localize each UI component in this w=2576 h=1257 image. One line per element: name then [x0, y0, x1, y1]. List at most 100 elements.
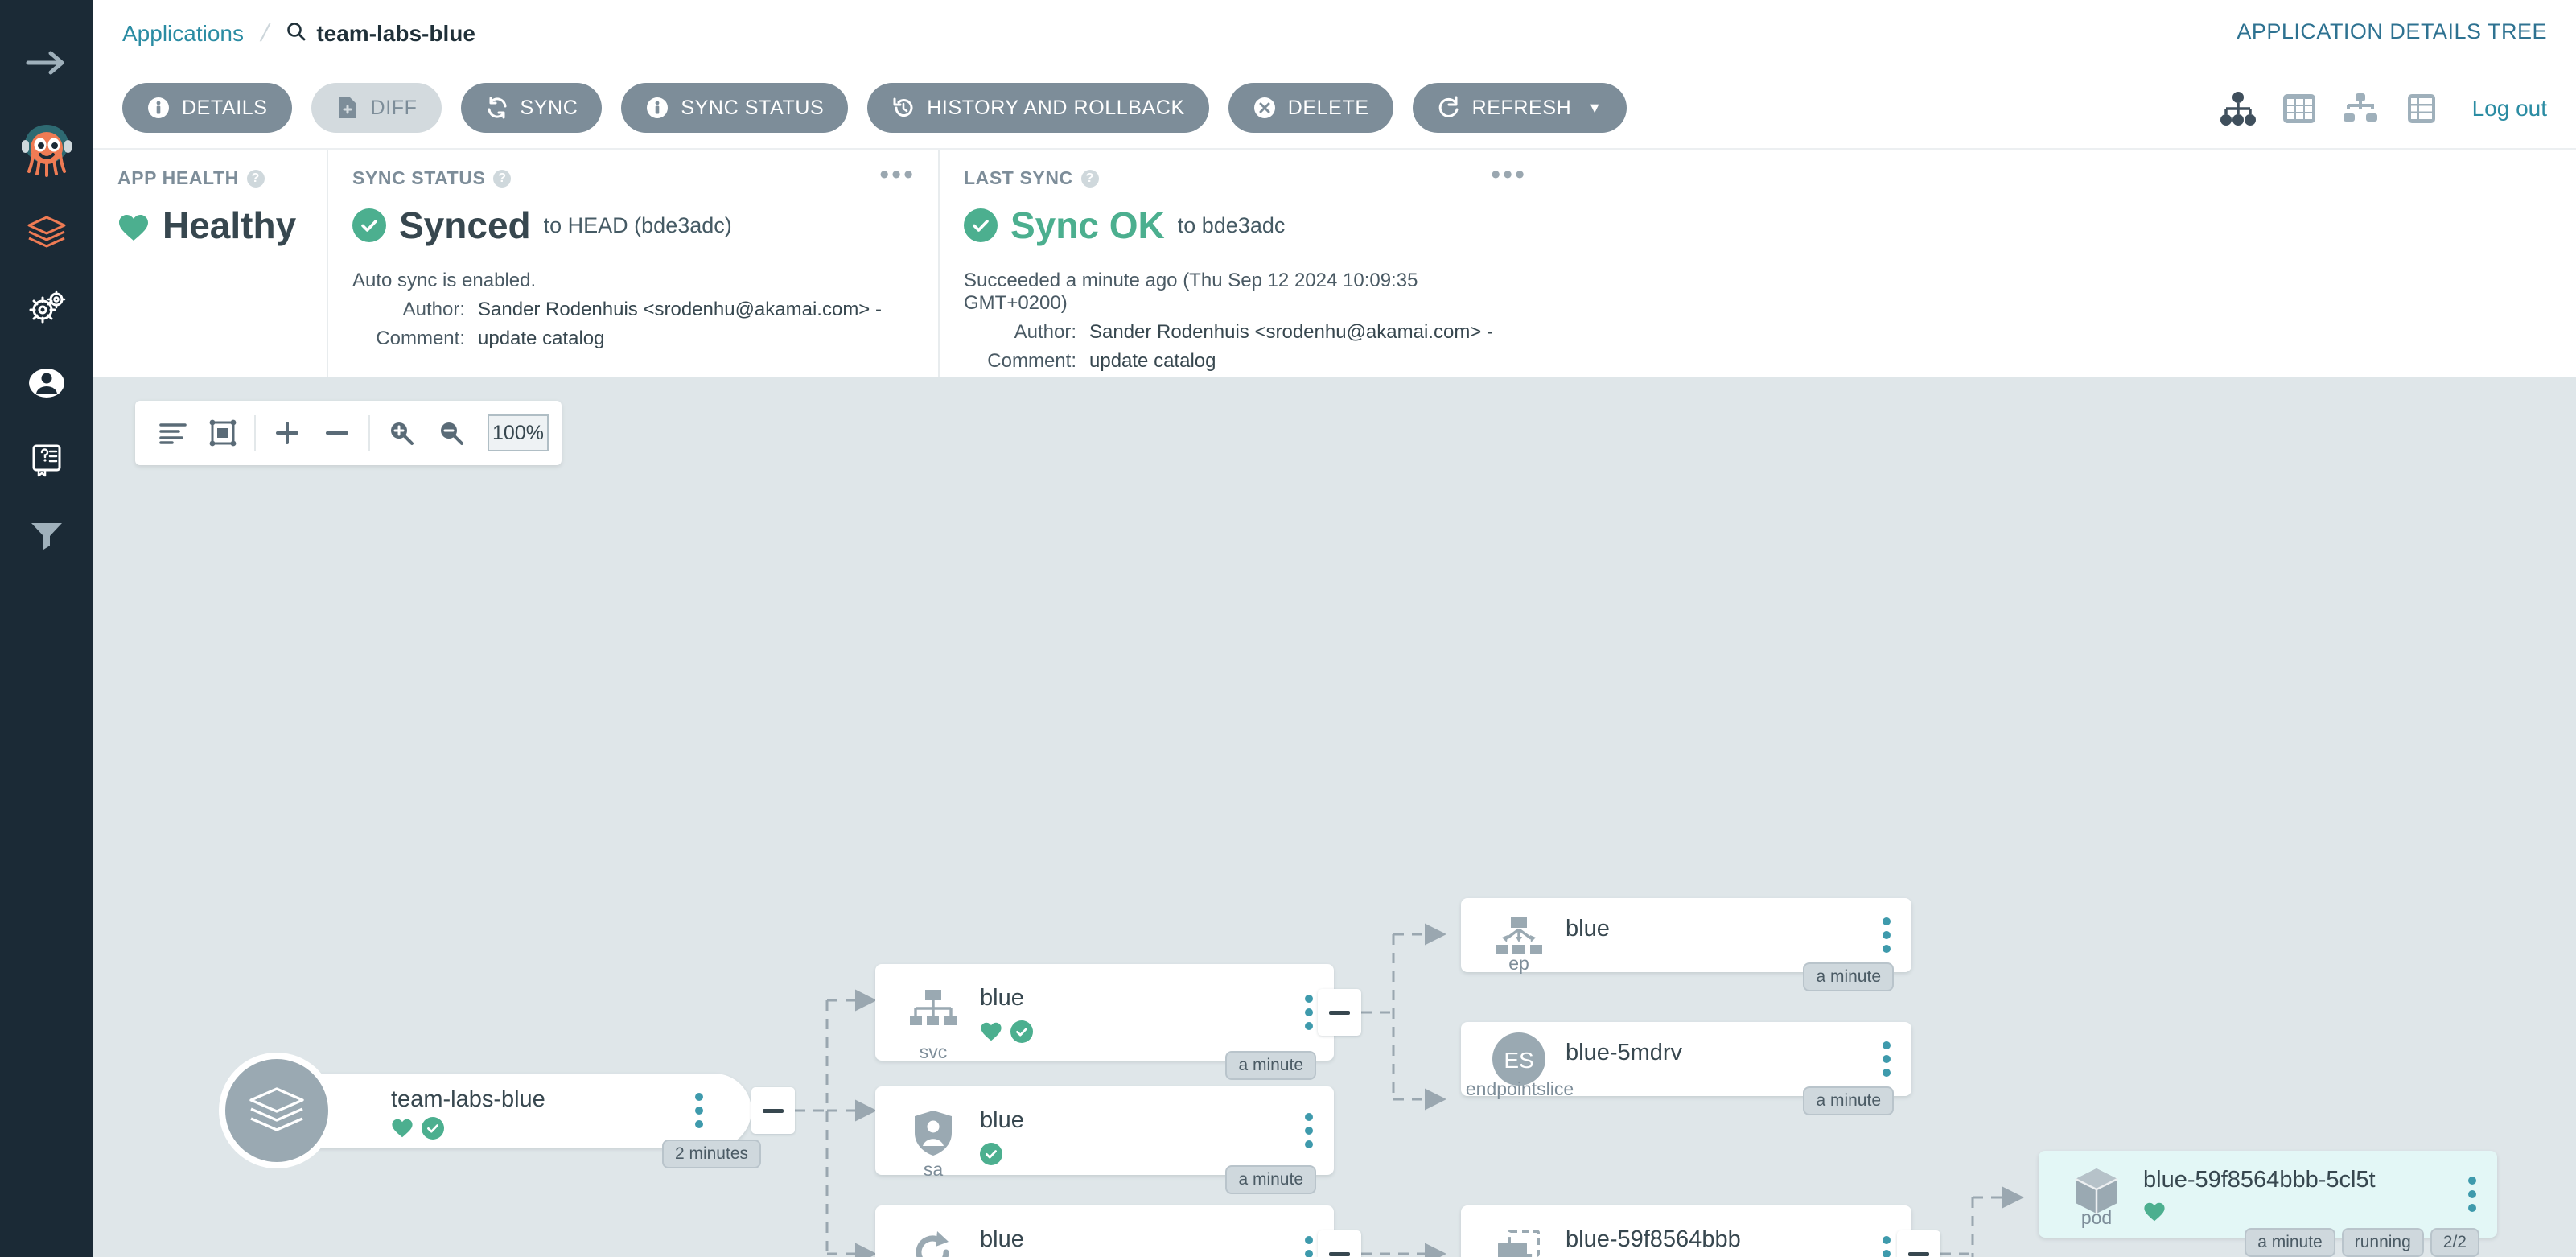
logout-link[interactable]: Log out [2472, 96, 2547, 122]
node-pills: a minute [1225, 1051, 1316, 1080]
node-kind-label: ep [1508, 953, 1529, 974]
info-icon [645, 96, 669, 120]
refresh-button[interactable]: REFRESH ▼ [1412, 83, 1627, 133]
node-menu-button[interactable] [1305, 1113, 1313, 1148]
tree-node-pod[interactable]: pod blue-59f8564bbb-5cl5t a minute runni… [2039, 1151, 2497, 1257]
last-sync-panel: LAST SYNC ? ••• Sync OK to bde3adc Succe… [938, 150, 1549, 377]
tree-view-icon[interactable] [2220, 90, 2257, 127]
breadcrumb-applications-link[interactable]: Applications [122, 21, 244, 47]
app-health-status: Healthy [117, 204, 302, 247]
collapse-children-button-rs[interactable] [1897, 1230, 1940, 1257]
node-kind-label: svc [919, 1041, 948, 1062]
node-pills: a minute [1803, 1086, 1894, 1115]
grid-view-icon[interactable] [2281, 90, 2318, 127]
diff-button-label: DIFF [370, 96, 418, 119]
node-menu-button[interactable] [1883, 1041, 1891, 1077]
help-icon[interactable]: ? [493, 169, 512, 188]
node-pill-ready: 2/2 [2430, 1228, 2479, 1257]
sync-status-revision: to HEAD (bde3adc) [543, 212, 732, 237]
last-sync-value: Sync OK to bde3adc [964, 204, 1525, 247]
tree-node-application[interactable]: team-labs-blue 2 minutes [219, 1053, 761, 1168]
action-toolbar: DETAILS DIFF SYNC SYNC STATUS HISTORY AN… [93, 68, 2576, 150]
sync-author-value: Sander Rodenhuis <srodenhu@akamai.com> - [478, 299, 882, 320]
last-sync-author-row: Author: Sander Rodenhuis <srodenhu@akama… [964, 321, 1525, 344]
minus-icon[interactable] [312, 408, 362, 458]
search-icon [286, 21, 307, 47]
tree-node-endpoints[interactable]: ep blue a minute [1461, 898, 1911, 991]
node-kind-label: endpointslice [1465, 1078, 1574, 1099]
node-menu-button[interactable] [1305, 995, 1313, 1030]
history-rollback-button[interactable]: HISTORY AND ROLLBACK [867, 83, 1209, 133]
last-sync-comment-row: Comment: update catalog [964, 350, 1525, 373]
node-pill-age: a minute [1803, 1086, 1894, 1115]
sync-status-button[interactable]: SYNC STATUS [621, 83, 849, 133]
tree-node-endpointslice[interactable]: ES endpointslice blue-5mdrv a minute [1461, 1022, 1911, 1115]
tree-node-service[interactable]: svc blue a minute [875, 964, 1334, 1080]
network-view-icon[interactable] [2342, 90, 2379, 127]
top-header: Applications / team-labs-blue APPLICATIO… [93, 0, 2576, 68]
zoom-in-icon[interactable] [377, 408, 426, 458]
documentation-book-icon[interactable] [24, 436, 69, 481]
node-name: team-labs-blue [391, 1086, 545, 1112]
zoom-level-input[interactable]: 100% [488, 414, 549, 451]
tree-node-deployment[interactable]: deploy blue a minute rev:1 [875, 1205, 1334, 1257]
replicaset-icon [1490, 1223, 1548, 1257]
help-icon[interactable]: ? [246, 169, 265, 188]
node-menu-button[interactable] [1883, 917, 1891, 953]
node-pills: a minute [1225, 1165, 1316, 1194]
collapse-children-button-deploy[interactable] [1318, 1230, 1361, 1257]
node-menu-button[interactable] [695, 1093, 703, 1128]
history-rollback-button-label: HISTORY AND ROLLBACK [927, 96, 1185, 119]
layout-lines-icon[interactable] [148, 408, 198, 458]
node-name: blue [980, 1107, 1024, 1133]
sync-status-button-label: SYNC STATUS [681, 96, 825, 119]
app-health-title: APP HEALTH ? [117, 167, 302, 189]
sync-status-title: SYNC STATUS ? [352, 167, 914, 189]
node-pill-age: a minute [1225, 1051, 1316, 1080]
user-profile-icon[interactable] [24, 361, 69, 406]
collapse-arrow-icon[interactable] [24, 40, 69, 85]
list-view-icon[interactable] [2403, 90, 2440, 127]
last-sync-author-label: Author: [1014, 321, 1076, 343]
fit-to-screen-icon[interactable] [198, 408, 248, 458]
diff-button[interactable]: DIFF [311, 83, 442, 133]
heart-icon [980, 1020, 1002, 1043]
plus-icon[interactable] [262, 408, 312, 458]
collapse-children-button-svc[interactable] [1318, 989, 1361, 1036]
help-icon[interactable]: ? [1080, 169, 1099, 188]
last-sync-succeeded-text: Succeeded a minute ago (Thu Sep 12 2024 … [964, 270, 1418, 314]
refresh-icon [1437, 96, 1461, 120]
argocd-logo-icon[interactable] [17, 119, 76, 179]
zoom-out-icon[interactable] [426, 408, 476, 458]
sync-status-menu-button[interactable]: ••• [879, 161, 916, 188]
applications-layers-icon[interactable] [24, 209, 69, 254]
sync-button[interactable]: SYNC [460, 83, 603, 133]
tree-node-replicaset[interactable]: rs blue-59f8564bbb a minute rev:1 [1461, 1205, 1911, 1257]
filter-funnel-icon[interactable] [24, 512, 69, 557]
delete-button[interactable]: DELETE [1228, 83, 1393, 133]
collapse-children-button-app[interactable] [751, 1087, 795, 1134]
node-menu-button[interactable] [2468, 1177, 2476, 1212]
check-icon [422, 1117, 444, 1140]
app-health-title-text: APP HEALTH [117, 167, 239, 188]
node-menu-button[interactable] [1883, 1236, 1891, 1257]
check-icon [352, 208, 386, 242]
heart-icon [391, 1117, 414, 1140]
sync-author-row: Author: Sander Rodenhuis <srodenhu@akama… [352, 299, 914, 321]
sync-status-value: Synced to HEAD (bde3adc) [352, 204, 914, 247]
node-menu-button[interactable] [1305, 1236, 1313, 1257]
node-name: blue-5mdrv [1566, 1040, 1683, 1065]
node-kind-label: sa [923, 1159, 944, 1180]
node-name: blue-59f8564bbb-5cl5t [2143, 1167, 2376, 1193]
svg-text:ES: ES [1504, 1048, 1533, 1073]
last-sync-menu-button[interactable]: ••• [1491, 161, 1527, 188]
node-name: blue-59f8564bbb [1566, 1226, 1741, 1252]
node-pills: a minute [1803, 962, 1894, 991]
settings-gears-icon[interactable] [24, 285, 69, 330]
resource-tree-canvas[interactable]: team-labs-blue 2 minutes svc blue a minu… [93, 377, 2576, 1257]
graph-toolbar: 100% [135, 401, 562, 465]
details-button[interactable]: DETAILS [122, 83, 292, 133]
breadcrumb-current-app: team-labs-blue [286, 21, 475, 47]
tree-node-serviceaccount[interactable]: sa blue a minute [875, 1086, 1334, 1194]
heart-icon [117, 209, 150, 241]
